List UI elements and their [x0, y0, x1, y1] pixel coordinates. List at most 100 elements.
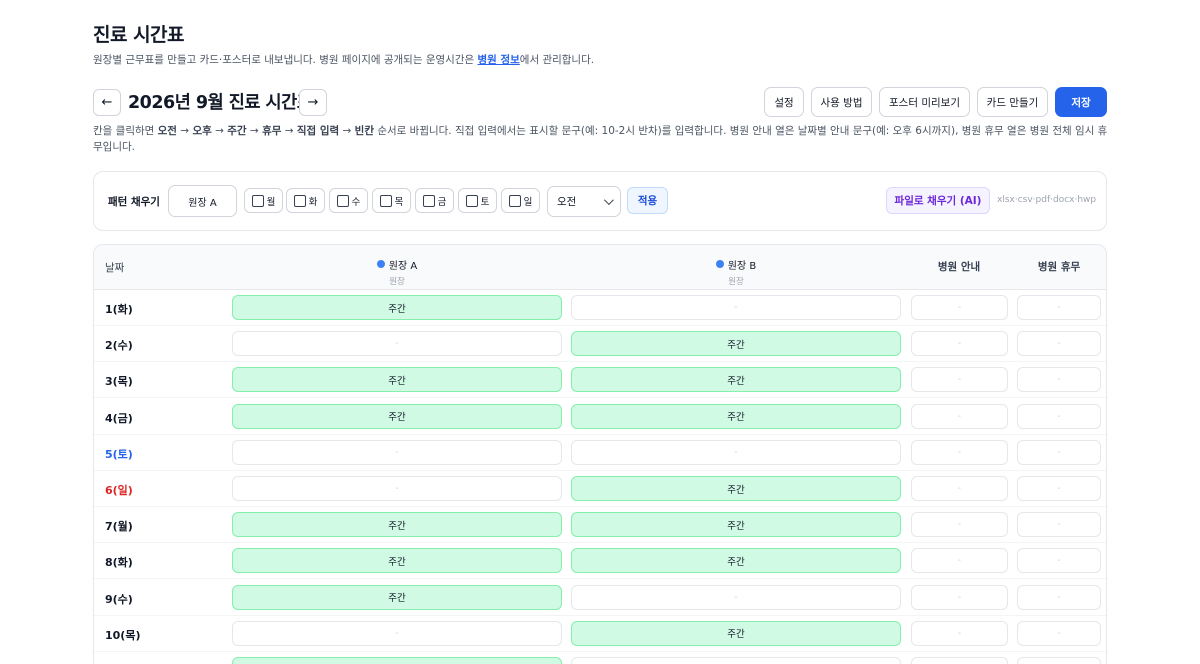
supported-formats: xlsx·csv·pdf·docx·hwp [997, 195, 1097, 205]
doctor-b-cell[interactable]: 주간 [571, 620, 901, 646]
desc-text: 원장별 근무표를 만들고 카드·포스터로 내보냅니다. 병원 페이지에 공개되는… [93, 54, 478, 66]
doctor-a-cell[interactable]: 주간 [232, 403, 562, 429]
pattern-fill-bar: 패턴 채우기 원장 A 월 화 수 목 금 토 일 오전 적용 파일로 채우기 … [93, 171, 1107, 231]
notice-cell[interactable]: - [911, 620, 1008, 646]
notice-column-header: 병원 안내 [937, 261, 981, 273]
table-row: 3(목) 주간 주간 - - [94, 362, 1106, 399]
day-checkbox-sun[interactable]: 일 [501, 188, 540, 213]
checkbox-icon [251, 194, 264, 207]
notice-cell[interactable]: - [911, 512, 1008, 538]
doctor-b-cell[interactable]: 주간 [571, 512, 901, 538]
hospital-info-link[interactable]: 병원 정보 [477, 54, 519, 66]
closed-cell[interactable]: - [1017, 620, 1101, 646]
checkbox-icon [508, 194, 521, 207]
row-date: 7(월) [105, 520, 133, 534]
notice-cell[interactable]: - [911, 439, 1008, 465]
doctor-a-cell[interactable]: 주간 [232, 657, 562, 664]
desc-text-end: 에서 관리합니다. [519, 54, 595, 66]
row-date: 4(금) [105, 411, 133, 425]
table-row: 2(수) - 주간 - - [94, 326, 1106, 363]
table-row: 6(일) - 주간 - - [94, 471, 1106, 507]
day-checkbox-thu[interactable]: 목 [372, 188, 411, 213]
date-column-header: 날짜 [105, 262, 125, 274]
settings-button[interactable]: 설정 [764, 87, 804, 117]
closed-column-header: 병원 휴무 [1037, 261, 1081, 273]
next-month-button[interactable]: → [299, 89, 327, 116]
notice-cell[interactable]: - [911, 331, 1008, 357]
row-date: 10(목) [105, 628, 141, 642]
closed-cell[interactable]: - [1017, 403, 1101, 429]
closed-cell[interactable]: - [1017, 476, 1101, 501]
day-checkbox-fri[interactable]: 금 [415, 188, 454, 213]
table-row: 10(목) - 주간 - - [94, 616, 1106, 652]
closed-cell[interactable]: - [1017, 439, 1101, 465]
page-description: 원장별 근무표를 만들고 카드·포스터로 내보냅니다. 병원 페이지에 공개되는… [93, 52, 594, 67]
notice-cell[interactable]: - [911, 584, 1008, 610]
table-row: 7(월) 주간 주간 - - [94, 507, 1106, 544]
table-row: 4(금) 주간 주간 - - [94, 399, 1106, 435]
shift-select[interactable]: 오전 [547, 186, 621, 217]
day-checkbox-mon[interactable]: 월 [244, 188, 283, 213]
day-checkbox-sat[interactable]: 토 [458, 188, 497, 213]
doctor-a-cell[interactable]: - [232, 620, 562, 646]
doctor-a-cell[interactable]: - [232, 439, 562, 465]
doctor-a-cell[interactable]: 주간 [232, 512, 562, 538]
notice-cell[interactable]: - [911, 657, 1008, 664]
doctor-a-cell[interactable]: 주간 [232, 548, 562, 574]
row-date: 5(토) [105, 447, 133, 461]
doctor-a-column-header: 원장 A 원장 [232, 253, 562, 287]
doctor-a-name: 원장 A [388, 260, 418, 272]
table-row: 1(화) 주간 - - - [94, 290, 1106, 326]
doctor-b-cell[interactable]: 주간 [571, 331, 901, 357]
schedule-table: 날짜 원장 A 원장 원장 B 원장 병원 안내 병원 휴무 1(화) 주간 - - -… [93, 244, 1107, 664]
notice-cell[interactable]: - [911, 548, 1008, 574]
doctor-b-color-dot [715, 260, 724, 268]
notice-cell[interactable]: - [911, 295, 1008, 320]
doctor-b-cell[interactable]: - [571, 439, 901, 465]
notice-cell[interactable]: - [911, 403, 1008, 429]
notice-cell[interactable]: - [911, 476, 1008, 501]
closed-cell[interactable]: - [1017, 367, 1101, 393]
chevron-down-icon [603, 195, 614, 206]
closed-cell[interactable]: - [1017, 584, 1101, 610]
how-to-button[interactable]: 사용 방법 [811, 87, 872, 117]
poster-preview-button[interactable]: 포스터 미리보기 [879, 87, 970, 117]
checkbox-icon [379, 194, 392, 207]
doctor-b-cell[interactable]: - [571, 657, 901, 664]
ai-fill-button[interactable]: 파일로 채우기 (AI) [886, 187, 990, 214]
doctor-b-cell[interactable]: 주간 [571, 476, 901, 501]
closed-cell[interactable]: - [1017, 295, 1101, 320]
prev-month-button[interactable]: ← [93, 89, 121, 116]
doctor-a-cell[interactable]: 주간 [232, 367, 562, 393]
row-date: 9(수) [105, 592, 133, 606]
row-date: 8(화) [105, 556, 133, 570]
arrow-left-icon: ← [101, 95, 113, 110]
doctor-a-cell[interactable]: 주간 [232, 295, 562, 320]
save-button[interactable]: 저장 [1055, 87, 1107, 117]
apply-button[interactable]: 적용 [627, 187, 668, 214]
doctor-b-cell[interactable]: 주간 [571, 367, 901, 393]
pattern-fill-label: 패턴 채우기 [108, 196, 160, 208]
doctor-b-role: 원장 [728, 277, 744, 287]
row-date: 2(수) [105, 339, 133, 353]
doctor-b-cell[interactable]: - [571, 584, 901, 610]
closed-cell[interactable]: - [1017, 657, 1101, 664]
doctor-b-cell[interactable]: 주간 [571, 548, 901, 574]
doctor-a-cell[interactable]: 주간 [232, 584, 562, 610]
table-row: 9(수) 주간 - - - [94, 580, 1106, 616]
closed-cell[interactable]: - [1017, 512, 1101, 538]
doctor-a-cell[interactable]: - [232, 331, 562, 357]
table-row: 5(토) - - - - [94, 435, 1106, 471]
doctor-select[interactable]: 원장 A [168, 185, 237, 217]
closed-cell[interactable]: - [1017, 331, 1101, 357]
doctor-b-cell[interactable]: - [571, 295, 901, 320]
closed-cell[interactable]: - [1017, 548, 1101, 574]
doctor-b-cell[interactable]: 주간 [571, 403, 901, 429]
notice-cell[interactable]: - [911, 367, 1008, 393]
day-checkbox-wed[interactable]: 수 [329, 188, 368, 213]
make-card-button[interactable]: 카드 만들기 [977, 87, 1048, 117]
page-title: 진료 시간표 [93, 24, 185, 46]
day-checkbox-tue[interactable]: 화 [286, 188, 325, 213]
table-row: 8(화) 주간 주간 - - [94, 543, 1106, 580]
doctor-a-cell[interactable]: - [232, 476, 562, 501]
